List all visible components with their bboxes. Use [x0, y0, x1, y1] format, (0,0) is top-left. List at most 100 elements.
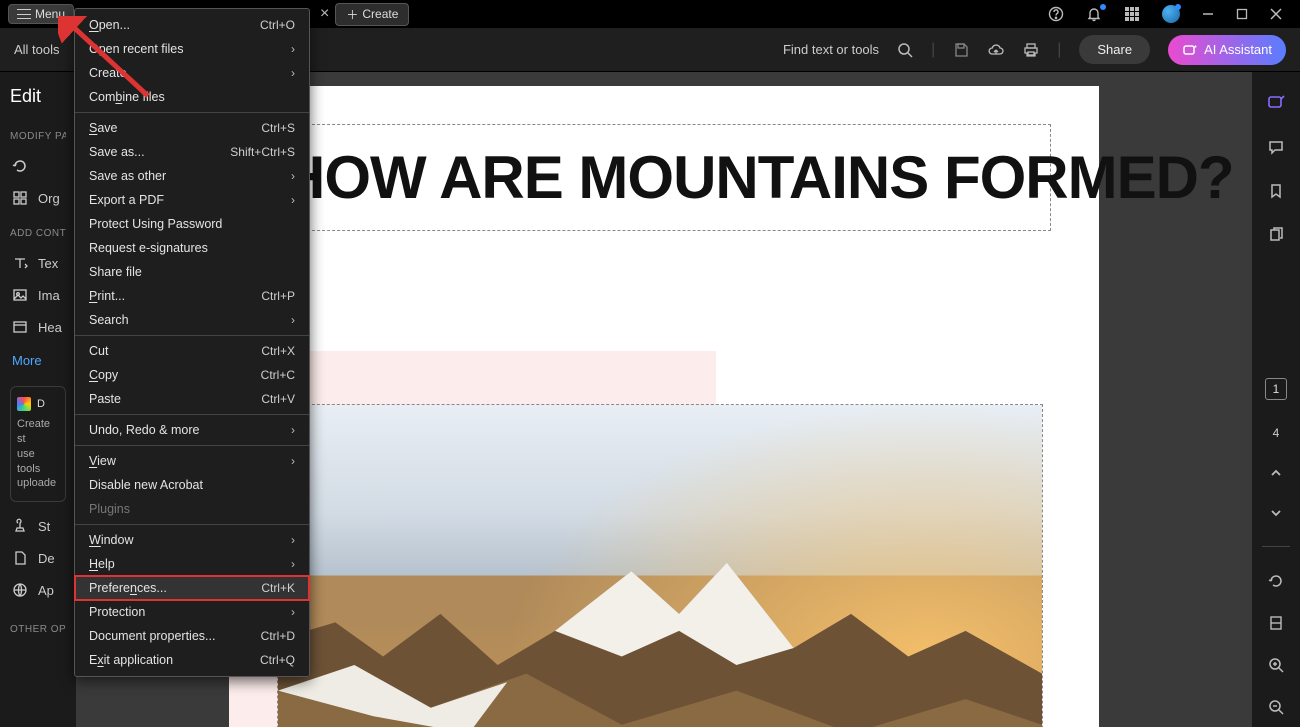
chevron-right-icon: › [291, 533, 295, 547]
page-up-icon[interactable] [1269, 466, 1283, 480]
menu-item-protect-using-password[interactable]: Protect Using Password [75, 212, 309, 236]
menu-item-exit-application[interactable]: Exit applicationCtrl+Q [75, 648, 309, 672]
all-tools-link[interactable]: All tools [14, 42, 60, 57]
create-button-label: Create [362, 7, 398, 21]
bookmark-icon[interactable] [1267, 182, 1285, 200]
chevron-right-icon: › [291, 169, 295, 183]
sidebar-item-header[interactable]: Hea [10, 311, 66, 343]
menu-item-combine-files[interactable]: Combine files [75, 85, 309, 109]
chevron-right-icon: › [291, 313, 295, 327]
sidebar-item-st[interactable]: St [10, 510, 66, 542]
chevron-right-icon: › [291, 42, 295, 56]
chevron-right-icon: › [291, 454, 295, 468]
share-button[interactable]: Share [1079, 35, 1150, 64]
menu-item-plugins: Plugins [75, 497, 309, 521]
menu-item-preferences[interactable]: Preferences...Ctrl+K [75, 576, 309, 600]
menu-item-export-a-pdf[interactable]: Export a PDF› [75, 188, 309, 212]
search-icon[interactable] [897, 42, 913, 58]
menu-item-share-file[interactable]: Share file [75, 260, 309, 284]
sidebar-item-rotate[interactable] [10, 150, 66, 182]
chevron-right-icon: › [291, 193, 295, 207]
menu-item-protection[interactable]: Protection› [75, 600, 309, 624]
document-image-box[interactable] [277, 404, 1043, 727]
menu-item-save-as-other[interactable]: Save as other› [75, 164, 309, 188]
account-globe-icon[interactable] [1162, 5, 1180, 23]
main-menu-dropdown: Open...Ctrl+OOpen recent files›Create›Co… [74, 8, 310, 677]
sidebar-item-de[interactable]: De [10, 542, 66, 574]
page-display-icon[interactable] [1268, 615, 1284, 631]
menu-item-cut[interactable]: CutCtrl+X [75, 339, 309, 363]
text-icon [12, 255, 28, 271]
menu-item-paste[interactable]: PasteCtrl+V [75, 387, 309, 411]
sidebar-title: Edit [10, 86, 66, 107]
menu-button-label: Menu [35, 7, 65, 21]
page-down-icon[interactable] [1269, 506, 1283, 520]
chevron-right-icon: › [291, 557, 295, 571]
find-label: Find text or tools [783, 42, 879, 57]
ai-sparkle-icon [1182, 42, 1198, 58]
menu-button[interactable]: Menu [8, 4, 74, 24]
menu-item-create[interactable]: Create› [75, 61, 309, 85]
window-minimize-icon[interactable] [1202, 8, 1214, 20]
menu-item-disable-new-acrobat[interactable]: Disable new Acrobat [75, 473, 309, 497]
mountain-photo [278, 405, 1042, 727]
menu-item-open-recent-files[interactable]: Open recent files› [75, 37, 309, 61]
menu-item-help[interactable]: Help› [75, 552, 309, 576]
stamp-icon [12, 518, 28, 534]
plus-icon: ＋ [346, 6, 358, 23]
tab-close-icon[interactable]: × [320, 5, 329, 23]
app-logo-icon [17, 397, 31, 411]
ai-panel-icon[interactable] [1266, 92, 1286, 112]
menu-item-search[interactable]: Search› [75, 308, 309, 332]
organize-icon [12, 190, 28, 206]
menu-item-view[interactable]: View› [75, 449, 309, 473]
menu-item-save[interactable]: SaveCtrl+S [75, 116, 309, 140]
document-heading: HOW ARE MOUNTAINS FORMED? [282, 143, 1046, 212]
total-pages: 4 [1273, 426, 1280, 440]
menu-item-window[interactable]: Window› [75, 528, 309, 552]
sidebar-item-text[interactable]: Tex [10, 247, 66, 279]
menu-item-document-properties[interactable]: Document properties...Ctrl+D [75, 624, 309, 648]
menu-item-save-as[interactable]: Save as...Shift+Ctrl+S [75, 140, 309, 164]
copy-icon[interactable] [1267, 226, 1285, 244]
chevron-right-icon: › [291, 423, 295, 437]
sidebar-section-add: ADD CONT [10, 228, 66, 239]
cloud-icon[interactable] [987, 42, 1005, 58]
menu-item-open[interactable]: Open...Ctrl+O [75, 13, 309, 37]
header-icon [12, 319, 28, 335]
comments-icon[interactable] [1267, 138, 1285, 156]
sidebar-more-link[interactable]: More [10, 343, 66, 378]
hamburger-icon [17, 9, 31, 19]
sidebar-item-ap[interactable]: Ap [10, 574, 66, 606]
sidebar-item-image[interactable]: Ima [10, 279, 66, 311]
left-sidebar: Edit MODIFY PA Org ADD CONT Tex Ima Hea … [0, 72, 76, 727]
ai-assistant-button[interactable]: AI Assistant [1168, 35, 1286, 65]
save-icon[interactable] [953, 42, 969, 58]
zoom-in-icon[interactable] [1268, 657, 1284, 673]
menu-item-copy[interactable]: CopyCtrl+C [75, 363, 309, 387]
globe-icon [12, 582, 28, 598]
notifications-icon[interactable] [1086, 6, 1102, 22]
rotate-view-icon[interactable] [1268, 573, 1284, 589]
chevron-right-icon: › [291, 605, 295, 619]
window-maximize-icon[interactable] [1236, 8, 1248, 20]
document-icon [12, 550, 28, 566]
rotate-icon [12, 158, 28, 174]
current-page-badge[interactable]: 1 [1265, 378, 1287, 400]
document-heading-box[interactable]: HOW ARE MOUNTAINS FORMED? [277, 124, 1051, 231]
menu-item-request-e-signatures[interactable]: Request e-signatures [75, 236, 309, 260]
apps-icon[interactable] [1124, 6, 1140, 22]
menu-item-undo-redo-more[interactable]: Undo, Redo & more› [75, 418, 309, 442]
window-close-icon[interactable] [1270, 8, 1282, 20]
right-sidebar: 1 4 [1252, 72, 1300, 727]
help-icon[interactable] [1048, 6, 1064, 22]
document-page: HOW ARE MOUNTAINS FORMED? [229, 86, 1099, 727]
menu-item-print[interactable]: Print...Ctrl+P [75, 284, 309, 308]
image-icon [12, 287, 28, 303]
zoom-out-icon[interactable] [1268, 699, 1284, 715]
sidebar-section-modify: MODIFY PA [10, 131, 66, 142]
sidebar-infobox: D Create st use tools uploade [10, 386, 66, 502]
create-button[interactable]: ＋ Create [335, 3, 409, 26]
print-icon[interactable] [1023, 42, 1039, 58]
sidebar-item-organize[interactable]: Org [10, 182, 66, 214]
